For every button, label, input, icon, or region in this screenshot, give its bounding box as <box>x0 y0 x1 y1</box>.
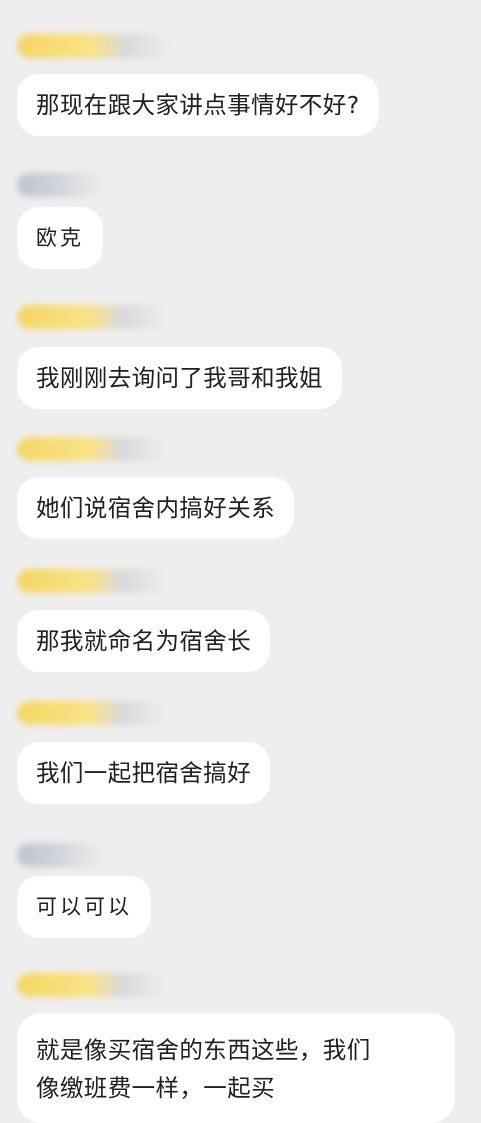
blurred-sender-name <box>17 437 167 461</box>
message-bubble[interactable]: 就是像买宿舍的东西这些，我们 像缴班费一样，一起买 <box>17 1013 455 1123</box>
blurred-sender-name <box>17 34 172 58</box>
blurred-sender-name <box>17 569 167 593</box>
message-bubble[interactable]: 我刚刚去询问了我哥和我姐 <box>17 347 342 409</box>
blurred-sender-name <box>17 843 107 867</box>
message-bubble[interactable]: 欧克 <box>17 207 103 269</box>
blurred-sender-name <box>17 973 167 997</box>
message-bubble[interactable]: 那现在跟大家讲点事情好不好? <box>17 74 379 136</box>
blurred-sender-name <box>17 173 107 197</box>
message-bubble[interactable]: 我们一起把宿舍搞好 <box>17 742 271 804</box>
message-bubble[interactable]: 可以可以 <box>17 876 151 938</box>
blurred-sender-name <box>17 701 167 725</box>
blurred-sender-name <box>17 305 167 329</box>
message-line: 像缴班费一样，一起买 <box>36 1074 275 1102</box>
message-bubble[interactable]: 那我就命名为宿舍长 <box>17 610 271 672</box>
message-bubble[interactable]: 她们说宿舍内搞好关系 <box>17 477 294 539</box>
message-line: 就是像买宿舍的东西这些，我们 <box>36 1036 371 1064</box>
chat-message-list: 那现在跟大家讲点事情好不好? 欧克 我刚刚去询问了我哥和我姐 她们说宿舍内搞好关… <box>0 0 481 1123</box>
